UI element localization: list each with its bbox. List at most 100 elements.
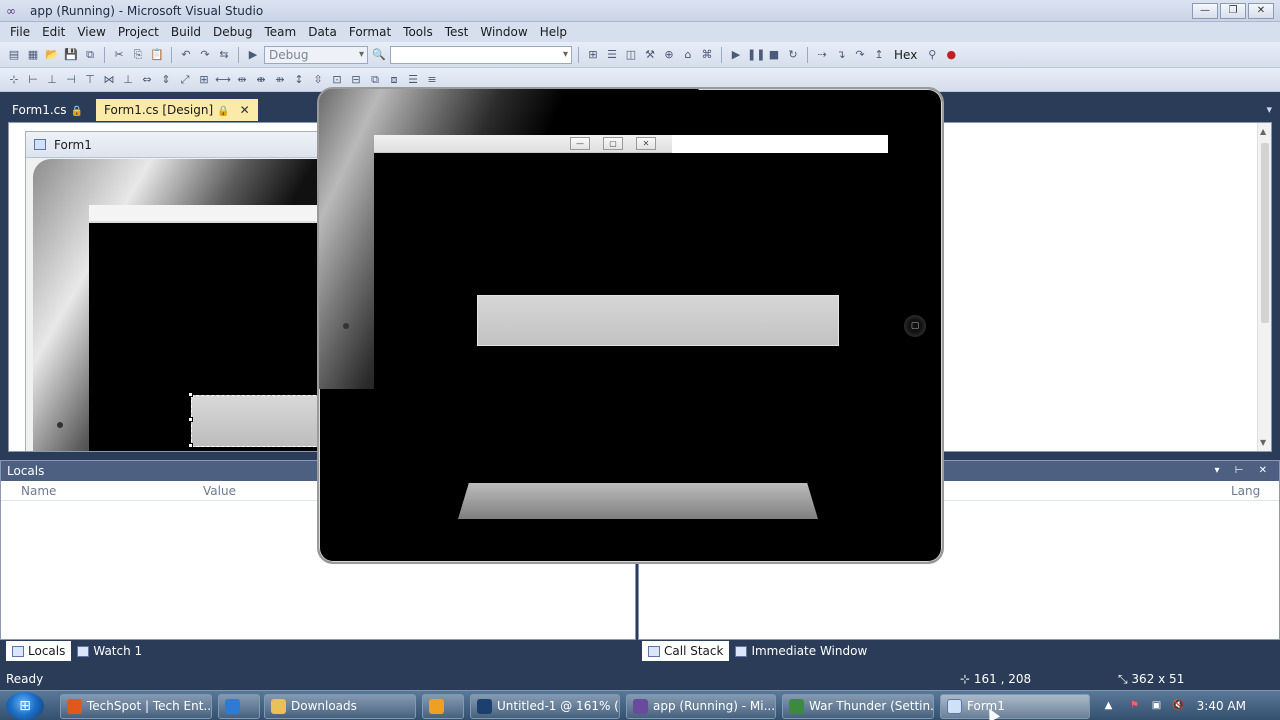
show-threads-icon[interactable]: ⚲ (924, 47, 940, 63)
find-combo[interactable] (390, 45, 572, 64)
app-minimize-button[interactable]: — (570, 137, 590, 150)
copy-icon[interactable]: ⎘ (130, 47, 146, 63)
tab-watch1[interactable]: Watch 1 (71, 641, 148, 661)
tab-form1-code[interactable]: Form1.cs 🔒 (4, 99, 91, 121)
remove-horizontal-spacing-icon[interactable]: ⇻ (272, 72, 288, 88)
resize-handle[interactable] (188, 392, 193, 397)
send-to-back-icon[interactable]: ⧈ (386, 72, 402, 88)
task-techspot[interactable]: TechSpot | Tech Ent... (60, 694, 212, 719)
navigate-icon[interactable]: ⇆ (216, 47, 232, 63)
column-lang[interactable]: Lang (1231, 481, 1260, 501)
tab-form1-design[interactable]: Form1.cs [Design] 🔒 ✕ (96, 99, 258, 121)
close-tab-icon[interactable]: ✕ (240, 103, 250, 117)
menu-debug[interactable]: Debug (207, 22, 258, 42)
start-button[interactable]: ⊞ (6, 692, 44, 720)
vertical-spacing-icon[interactable]: ↕ (291, 72, 307, 88)
menu-test[interactable]: Test (439, 22, 475, 42)
designer-selected-button[interactable] (191, 395, 331, 447)
menu-window[interactable]: Window (474, 22, 533, 42)
continue-icon[interactable]: ▶ (728, 47, 744, 63)
menu-data[interactable]: Data (302, 22, 343, 42)
show-next-statement-icon[interactable]: ⇢ (814, 47, 830, 63)
minimize-button[interactable]: — (1192, 3, 1218, 19)
scroll-down-icon[interactable]: ▼ (1260, 438, 1266, 447)
resize-handle[interactable] (188, 443, 193, 448)
break-all-icon[interactable]: ❚❚ (747, 47, 765, 63)
start-debugging-icon[interactable]: ▶ (245, 47, 261, 63)
designer-vertical-scrollbar[interactable]: ▲ ▼ (1257, 123, 1271, 451)
app-maximize-button[interactable]: ▢ (603, 137, 623, 150)
cut-icon[interactable]: ✂ (111, 47, 127, 63)
task-form1[interactable]: Form1 (940, 694, 1090, 719)
center-vertically-icon[interactable]: ⊟ (348, 72, 364, 88)
decrease-horizontal-spacing-icon[interactable]: ⇼ (253, 72, 269, 88)
increase-vertical-spacing-icon[interactable]: ⇳ (310, 72, 326, 88)
new-project-icon[interactable]: ▤ (6, 47, 22, 63)
hex-toggle[interactable]: Hex (894, 48, 917, 62)
menu-project[interactable]: Project (112, 22, 165, 42)
restart-icon[interactable]: ↻ (785, 47, 801, 63)
resize-handle[interactable] (188, 417, 193, 422)
scrollbar-thumb[interactable] (1261, 143, 1269, 323)
breakpoints-window-icon[interactable]: ● (943, 47, 959, 63)
panel-controls[interactable]: ▾ ⊢ ✕ (1215, 461, 1273, 481)
size-to-grid-icon[interactable]: ⊞ (196, 72, 212, 88)
tab-call-stack[interactable]: Call Stack (642, 641, 730, 661)
make-same-width-icon[interactable]: ⇔ (139, 72, 155, 88)
align-rights-icon[interactable]: ⊣ (63, 72, 79, 88)
step-into-icon[interactable]: ↴ (833, 47, 849, 63)
toolbox-icon[interactable]: ⚒ (642, 47, 658, 63)
task-media-player[interactable] (422, 694, 464, 719)
find-in-files-icon[interactable]: 🔍 (371, 47, 387, 63)
show-hidden-icons-icon[interactable]: ▲ (1102, 699, 1115, 712)
add-item-icon[interactable]: ▦ (25, 47, 41, 63)
task-war-thunder[interactable]: War Thunder (Settin... (782, 694, 934, 719)
task-photoshop[interactable]: Untitled-1 @ 161% (... (470, 694, 620, 719)
extension-manager-icon[interactable]: ⊕ (661, 47, 677, 63)
start-page-icon[interactable]: ⌂ (680, 47, 696, 63)
save-all-icon[interactable]: ⧉ (82, 47, 98, 63)
step-over-icon[interactable]: ↷ (852, 47, 868, 63)
column-name[interactable]: Name (21, 481, 56, 501)
clock[interactable]: 3:40 AM (1197, 691, 1246, 720)
align-tops-icon[interactable]: ⊤ (82, 72, 98, 88)
undo-icon[interactable]: ↶ (178, 47, 194, 63)
command-window-icon[interactable]: ⌘ (699, 47, 715, 63)
tab-dropdown-icon[interactable]: ▾ (1266, 103, 1272, 116)
save-icon[interactable]: 💾 (63, 47, 79, 63)
align-to-grid-icon[interactable]: ⊹ (6, 72, 22, 88)
column-value[interactable]: Value (203, 481, 236, 501)
properties-icon[interactable]: ☰ (604, 47, 620, 63)
action-center-icon[interactable]: ⚑ (1128, 699, 1141, 712)
home-button[interactable]: ▢ (904, 315, 926, 337)
make-same-size-icon[interactable]: ⤢ (177, 72, 193, 88)
tab-immediate-window[interactable]: Immediate Window (729, 641, 873, 661)
step-out-icon[interactable]: ↥ (871, 47, 887, 63)
solution-config-select[interactable]: Debug (264, 45, 368, 64)
menu-help[interactable]: Help (534, 22, 573, 42)
task-visual-studio[interactable]: app (Running) - Mi... (626, 694, 776, 719)
center-horizontally-icon[interactable]: ⊡ (329, 72, 345, 88)
align-centers-icon[interactable]: ⊥ (44, 72, 60, 88)
scroll-up-icon[interactable]: ▲ (1260, 127, 1266, 136)
redo-icon[interactable]: ↷ (197, 47, 213, 63)
menu-tools[interactable]: Tools (397, 22, 439, 42)
app-main-button[interactable] (477, 295, 839, 346)
tab-locals[interactable]: Locals (6, 641, 72, 661)
menu-edit[interactable]: Edit (36, 22, 71, 42)
menu-view[interactable]: View (71, 22, 111, 42)
menu-file[interactable]: File (4, 22, 36, 42)
increase-horizontal-spacing-icon[interactable]: ⇹ (234, 72, 250, 88)
align-bottoms-icon[interactable]: ⊥ (120, 72, 136, 88)
align-lefts-icon[interactable]: ⊢ (25, 72, 41, 88)
bring-to-front-icon[interactable]: ⧉ (367, 72, 383, 88)
task-internet-explorer[interactable] (218, 694, 260, 719)
running-app-window[interactable]: ▢ — ▢ ✕ (317, 87, 944, 564)
tab-order-icon[interactable]: ☰ (405, 72, 421, 88)
menu-team[interactable]: Team (258, 22, 302, 42)
menu-format[interactable]: Format (343, 22, 397, 42)
close-button[interactable]: ✕ (1248, 3, 1274, 19)
horizontal-spacing-icon[interactable]: ⟷ (215, 72, 231, 88)
restore-button[interactable]: ❐ (1220, 3, 1246, 19)
task-downloads[interactable]: Downloads (264, 694, 416, 719)
